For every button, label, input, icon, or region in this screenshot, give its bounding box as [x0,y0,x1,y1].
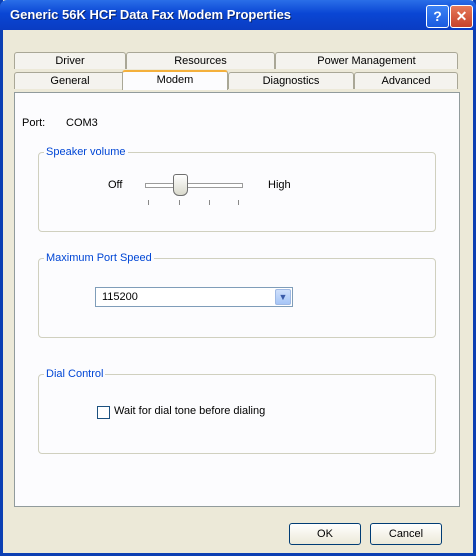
ok-button[interactable]: OK [289,523,361,545]
tab-driver[interactable]: Driver [14,52,126,69]
volume-tick [238,200,239,205]
volume-tick [209,200,210,205]
tab-advanced[interactable]: Advanced [354,72,458,89]
title-bar[interactable]: Generic 56K HCF Data Fax Modem Propertie… [0,0,476,30]
tab-power-management[interactable]: Power Management [275,52,458,69]
close-button[interactable]: ✕ [450,5,473,28]
volume-off-label: Off [108,179,123,191]
dial-control-label: Dial Control [44,368,106,380]
volume-high-label: High [268,179,291,191]
tab-diagnostics[interactable]: Diagnostics [228,72,354,89]
wait-dial-tone-checkbox[interactable] [97,406,110,419]
speaker-volume-label: Speaker volume [44,146,128,158]
tab-modem[interactable]: Modem [122,70,228,90]
port-speed-label: Maximum Port Speed [44,252,154,264]
speaker-volume-group [38,152,436,232]
chevron-down-icon[interactable]: ▼ [275,289,291,305]
port-value: COM3 [66,117,98,129]
port-speed-select[interactable]: 115200 ▼ [95,287,293,307]
port-speed-value: 115200 [102,291,138,303]
volume-tick [148,200,149,205]
help-button[interactable]: ? [426,5,449,28]
window-title: Generic 56K HCF Data Fax Modem Propertie… [10,7,292,22]
port-label: Port: [22,117,46,129]
volume-slider-track[interactable] [145,183,243,188]
wait-dial-tone-label: Wait for dial tone before dialing [114,405,266,417]
volume-slider-thumb[interactable] [173,174,188,196]
cancel-button[interactable]: Cancel [370,523,442,545]
tab-general[interactable]: General [14,72,126,89]
volume-tick [179,200,180,205]
tab-resources[interactable]: Resources [126,52,275,69]
